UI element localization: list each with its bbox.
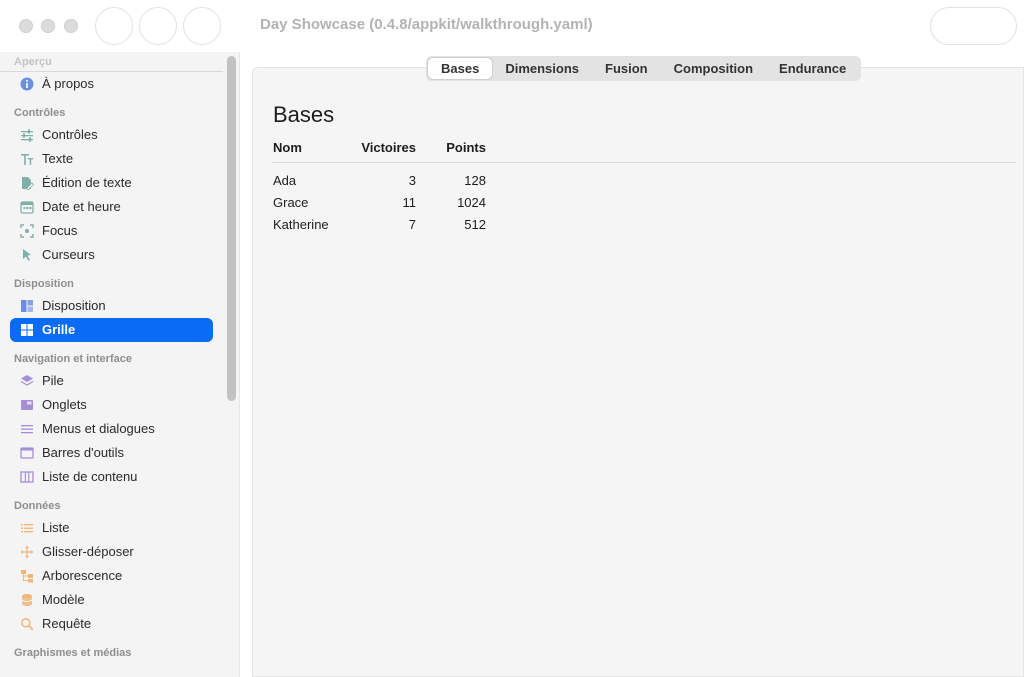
- sidebar-item-liste-de-contenu[interactable]: Liste de contenu: [10, 465, 213, 489]
- toolbar-button-1[interactable]: [95, 7, 133, 45]
- list-icon: [20, 521, 34, 535]
- sidebar-item-label: Disposition: [42, 298, 106, 313]
- tree-icon: [20, 569, 34, 583]
- header-separator: [272, 162, 1016, 163]
- menu-icon: [20, 422, 34, 436]
- table-cell-points: 512: [464, 217, 486, 232]
- table-cell-name: Katherine: [273, 217, 329, 232]
- column-header-points[interactable]: Points: [426, 140, 486, 155]
- sidebar-item-label: Date et heure: [42, 199, 121, 214]
- stack-icon: [20, 374, 34, 388]
- sidebar-item-label: Grille: [42, 322, 76, 337]
- magnifier-icon: [20, 617, 34, 631]
- table-cell-name: Ada: [273, 173, 297, 188]
- sidebar-section-header: Graphismes et médias: [14, 647, 132, 659]
- sidebar-item-glisser-deposer[interactable]: Glisser-déposer: [10, 540, 213, 564]
- toolbar-button-3[interactable]: [183, 7, 221, 45]
- column-header-name[interactable]: Nom: [273, 140, 302, 155]
- grid-icon: [20, 323, 34, 337]
- column-header-wins[interactable]: Victoires: [346, 140, 416, 155]
- sidebar-item-liste[interactable]: Liste: [10, 516, 213, 540]
- focus-icon: [20, 224, 34, 238]
- table-cell-name: Grace: [273, 195, 309, 210]
- sidebar-item-label: Barres d'outils: [42, 445, 124, 460]
- toolbar-button-2[interactable]: [139, 7, 177, 45]
- sidebar-item-label: Menus et dialogues: [42, 421, 155, 436]
- page-title: Bases: [273, 102, 335, 127]
- sidebar-item-label: Édition de texte: [42, 175, 132, 190]
- tab-endurance[interactable]: Endurance: [766, 58, 859, 79]
- toolbar-pill-button[interactable]: [930, 7, 1017, 45]
- sidebar-item-label: Onglets: [42, 397, 87, 412]
- sidebar-item-label: Liste de contenu: [42, 469, 138, 484]
- sidebar: Aperçu À propos Contrôles Contrôles Texte Édi…: [0, 52, 240, 677]
- sidebar-section-header: Aperçu: [14, 56, 52, 68]
- table-cell-wins: 3: [408, 173, 416, 188]
- sidebar-item-label: À propos: [42, 76, 95, 91]
- sidebar-item-label: Arborescence: [42, 568, 123, 583]
- sidebar-item-barres-d-outils[interactable]: Barres d'outils: [10, 441, 213, 465]
- sidebar-item-label: Curseurs: [42, 247, 95, 262]
- sidebar-item-label: Pile: [42, 373, 64, 388]
- edit-document-icon: [20, 176, 35, 190]
- title-bar: Day Showcase (0.4.8/appkit/walkthrough.y…: [0, 0, 1024, 52]
- sidebar-item-arborescence[interactable]: Arborescence: [10, 564, 213, 588]
- table-cell-points: 1024: [457, 195, 486, 210]
- sidebar-item-label: Glisser-déposer: [42, 544, 134, 559]
- sidebar-item-label: Focus: [42, 223, 78, 238]
- sidebar-item-controles[interactable]: Contrôles: [10, 123, 213, 147]
- sidebar-item-label: Contrôles: [42, 127, 98, 142]
- sidebar-section-header: Données: [14, 500, 61, 512]
- sidebar-item-menus-et-dialogues[interactable]: Menus et dialogues: [10, 417, 213, 441]
- window-title: Day Showcase (0.4.8/appkit/walkthrough.y…: [260, 16, 593, 33]
- tab-segmented-control: Bases Dimensions Fusion Composition Enduranc…: [426, 56, 862, 81]
- close-window-button[interactable]: [19, 19, 33, 33]
- sidebar-item-focus[interactable]: Focus: [10, 219, 213, 243]
- sidebar-item-grille[interactable]: Grille: [10, 318, 213, 342]
- toolbar-icon: [20, 446, 34, 460]
- sidebar-item-modele[interactable]: Modèle: [10, 588, 213, 612]
- table-cell-wins: 7: [408, 217, 416, 232]
- info-icon: [20, 77, 34, 91]
- sidebar-item-pile[interactable]: Pile: [10, 369, 213, 393]
- sidebar-item-a-propos[interactable]: À propos: [10, 72, 213, 96]
- sliders-icon: [20, 128, 34, 142]
- sidebar-section-header: Disposition: [14, 278, 74, 290]
- tab-dimensions[interactable]: Dimensions: [492, 58, 592, 79]
- sidebar-item-edition-de-texte[interactable]: Édition de texte: [10, 171, 213, 195]
- tabs-icon: [20, 398, 34, 412]
- database-icon: [20, 593, 34, 607]
- zoom-window-button[interactable]: [64, 19, 78, 33]
- sidebar-item-label: Liste: [42, 520, 70, 535]
- move-icon: [20, 545, 34, 559]
- sidebar-item-requete[interactable]: Requête: [10, 612, 213, 636]
- sidebar-item-date-et-heure[interactable]: Date et heure: [10, 195, 213, 219]
- minimize-window-button[interactable]: [41, 19, 55, 33]
- sidebar-section-header: Navigation et interface: [14, 353, 132, 365]
- sidebar-section-header: Contrôles: [14, 107, 66, 119]
- sidebar-item-label: Modèle: [42, 592, 85, 607]
- sidebar-item-curseurs[interactable]: Curseurs: [10, 243, 213, 267]
- tab-bases[interactable]: Bases: [428, 58, 493, 79]
- sidebar-item-label: Requête: [42, 616, 92, 631]
- calendar-icon: [20, 200, 34, 214]
- table-cell-points: 128: [464, 173, 486, 188]
- sidebar-scrollbar-thumb[interactable]: [227, 56, 236, 401]
- sidebar-item-texte[interactable]: Texte: [10, 147, 213, 171]
- sidebar-item-disposition[interactable]: Disposition: [10, 294, 213, 318]
- text-icon: [20, 152, 34, 166]
- content-panel: [252, 67, 1024, 677]
- tab-fusion[interactable]: Fusion: [592, 58, 661, 79]
- layout-icon: [20, 299, 34, 313]
- sidebar-item-onglets[interactable]: Onglets: [10, 393, 213, 417]
- tab-composition[interactable]: Composition: [661, 58, 766, 79]
- sidebar-item-label: Texte: [42, 151, 74, 166]
- table-cell-wins: 11: [402, 195, 417, 210]
- cursor-icon: [20, 248, 34, 262]
- columns-icon: [20, 470, 34, 484]
